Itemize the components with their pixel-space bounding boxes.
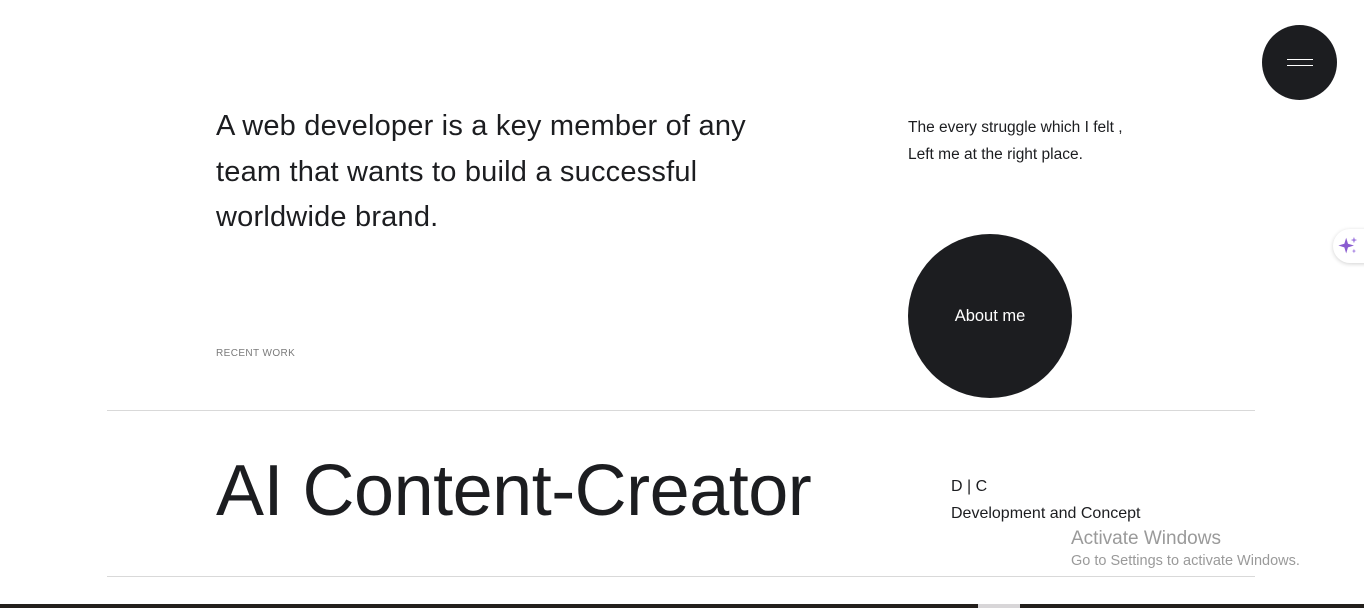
recent-work-label: RECENT WORK	[216, 348, 296, 359]
about-me-button[interactable]: About me	[908, 234, 1072, 398]
project-category: Development and Concept	[951, 505, 1141, 522]
ai-assistant-button[interactable]	[1333, 229, 1364, 263]
divider	[107, 576, 1255, 577]
project-title: AI Content-Creator	[216, 451, 812, 531]
menu-button[interactable]	[1262, 25, 1337, 100]
intro-side-line-1: The every struggle which I felt ,	[908, 119, 1123, 136]
bottom-strip-marker	[978, 604, 1020, 608]
project-item[interactable]: AI Content-Creator D | C Development and…	[107, 411, 1255, 576]
page: A web developer is a key member of any t…	[0, 0, 1364, 608]
intro-side-text: The every struggle which I felt , Left m…	[908, 114, 1168, 168]
project-meta: D | C Development and Concept	[951, 473, 1140, 527]
sparkles-icon	[1338, 236, 1358, 254]
about-me-label: About me	[954, 306, 1026, 325]
bottom-strip	[0, 604, 1364, 608]
intro-text: A web developer is a key member of any t…	[216, 110, 746, 233]
project-tag: D | C	[951, 478, 988, 495]
hamburger-icon	[1286, 58, 1313, 67]
intro-side-line-2: Left me at the right place.	[908, 146, 1083, 163]
